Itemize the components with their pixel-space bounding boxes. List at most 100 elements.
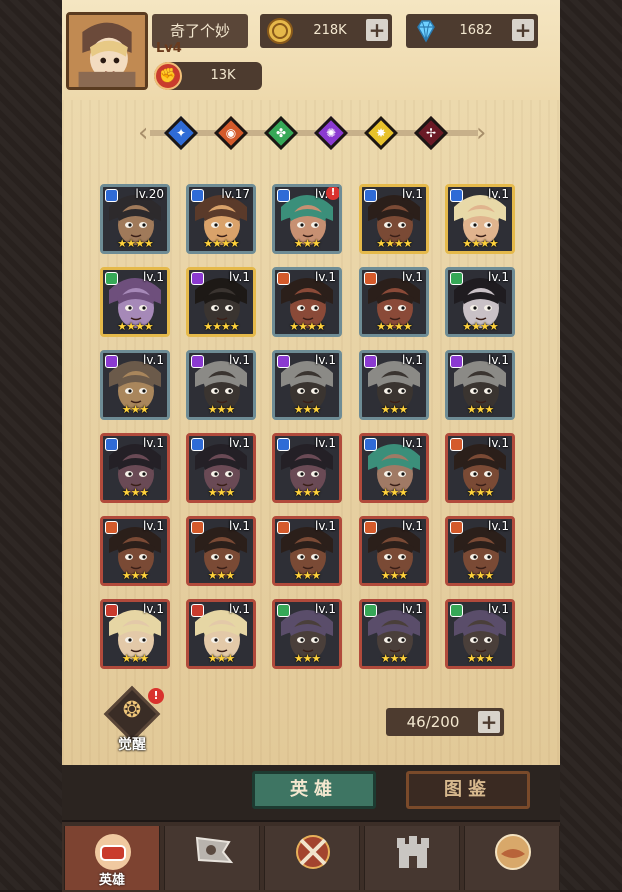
hero-card[interactable]: lv.1 ★★★ xyxy=(272,516,342,586)
hero-stars-icon: ★★★ xyxy=(207,486,236,499)
hero-card[interactable]: lv.17 ★★★★ xyxy=(186,184,256,254)
hero-card[interactable]: lv.1 ★★★ xyxy=(445,350,515,420)
hero-card[interactable]: lv.1 ★★★★ xyxy=(100,267,170,337)
coin-icon xyxy=(267,18,293,44)
hero-class-icon xyxy=(105,355,118,368)
hero-card[interactable]: lv.1 ★★★ xyxy=(100,599,170,669)
hero-level: lv.1 xyxy=(143,519,164,533)
hero-card[interactable]: lv.1 ★★★ xyxy=(186,599,256,669)
gold-value: 218K xyxy=(313,23,347,38)
hero-card[interactable]: lv.1 ★★★ xyxy=(272,599,342,669)
hero-card[interactable]: lv.1 ★★★★ xyxy=(272,267,342,337)
hero-stars-icon: ★★★ xyxy=(380,403,409,416)
hero-card[interactable]: lv.1 ★★★ xyxy=(359,599,429,669)
hero-card[interactable]: lv.1 ★★★ xyxy=(100,350,170,420)
nav-battle[interactable] xyxy=(264,826,360,890)
filter-yellow[interactable]: ✸ xyxy=(364,116,398,150)
hero-level: lv.1 xyxy=(315,270,336,284)
fist-icon: ✊ xyxy=(154,62,182,90)
diamond-counter: 1682 + xyxy=(406,14,538,48)
hero-stars-icon: ★★★ xyxy=(466,569,495,582)
tab-heroes[interactable]: 英雄 xyxy=(252,771,376,809)
hero-level: lv.1 xyxy=(488,602,509,616)
hero-card[interactable]: lv.1 ★★★★ xyxy=(445,184,515,254)
awaken-alert-badge: ! xyxy=(148,688,164,704)
nav-guild[interactable] xyxy=(464,826,560,890)
hero-class-icon xyxy=(450,355,463,368)
hero-card[interactable]: lv.1 ★★★★ xyxy=(186,267,256,337)
hero-stars-icon: ★★★ xyxy=(121,403,150,416)
hero-level: lv.1 xyxy=(488,436,509,450)
hero-card[interactable]: lv.1 ★★★ xyxy=(359,433,429,503)
filter-crimson-icon: ✢ xyxy=(425,126,437,140)
hero-stars-icon: ★★★ xyxy=(293,486,322,499)
filter-green[interactable]: ✤ xyxy=(264,116,298,150)
avatar-portrait-icon xyxy=(69,15,145,87)
tab-strip: 英雄 图鉴 xyxy=(62,765,560,820)
hero-card[interactable]: lv.1 ★★★ xyxy=(272,433,342,503)
hero-stars-icon: ★★★★ xyxy=(376,320,412,333)
hero-stars-icon: ★★★ xyxy=(466,486,495,499)
filter-orange-icon: ◉ xyxy=(225,126,237,140)
hero-stars-icon: ★★★ xyxy=(207,403,236,416)
hero-card[interactable]: lv.1 ★★★ xyxy=(186,433,256,503)
nav-heroes-label: 英雄 xyxy=(98,873,125,888)
nav-castle[interactable] xyxy=(364,826,460,890)
hero-card[interactable]: lv.1 ★★★ xyxy=(445,433,515,503)
hero-class-icon xyxy=(105,604,118,617)
hero-level: lv.17 xyxy=(221,187,250,201)
hero-stars-icon: ★★★★ xyxy=(117,320,153,333)
hero-card[interactable]: lv.1 ★★★ xyxy=(186,516,256,586)
diamond-value: 1682 xyxy=(459,23,493,38)
hero-class-icon xyxy=(191,355,204,368)
awaken-button[interactable]: ❂ 觉醒 ! xyxy=(100,685,166,753)
hero-class-icon xyxy=(277,604,290,617)
hero-card[interactable]: lv.1 ★★★ xyxy=(445,516,515,586)
hero-card[interactable]: lv.1 ★★★ xyxy=(100,516,170,586)
nav-heroes[interactable]: 英雄 xyxy=(64,826,160,890)
filter-yellow-icon: ✸ xyxy=(375,126,387,140)
filter-orange[interactable]: ◉ xyxy=(214,116,248,150)
player-avatar[interactable] xyxy=(66,12,148,90)
expand-capacity-button[interactable]: + xyxy=(478,711,500,733)
nav-adventure[interactable] xyxy=(164,826,260,890)
hero-card[interactable]: lv.1 ★★★ xyxy=(445,599,515,669)
hero-card[interactable]: lv.1 ★★★★ xyxy=(359,184,429,254)
hero-level: lv.1 xyxy=(229,353,250,367)
hero-level: lv.1 xyxy=(488,187,509,201)
top-bar: 奇了个妙 Lv4 218K + 1682 + ✊ 13K xyxy=(62,0,560,100)
hero-card[interactable]: lv.1 ★★★★ xyxy=(359,267,429,337)
hero-level: lv.1 xyxy=(315,519,336,533)
filter-left-arrow-icon: ‹ xyxy=(138,118,149,148)
hero-card[interactable]: lv.2★★★! xyxy=(272,184,342,254)
hero-level: lv.1 xyxy=(402,436,423,450)
filter-blue[interactable]: ✦ xyxy=(164,116,198,150)
hero-card[interactable]: lv.1 ★★★ xyxy=(186,350,256,420)
hero-card[interactable]: lv.20 ★★★★ xyxy=(100,184,170,254)
hero-stars-icon: ★★★ xyxy=(466,652,495,665)
add-gold-button[interactable]: + xyxy=(366,19,388,41)
hero-card[interactable]: lv.1 ★★★ xyxy=(359,516,429,586)
hero-card[interactable]: lv.1 ★★★ xyxy=(100,433,170,503)
hero-level: lv.1 xyxy=(488,270,509,284)
hero-level: lv.1 xyxy=(402,353,423,367)
banner-icon xyxy=(195,836,234,864)
hero-class-icon xyxy=(105,189,118,202)
filter-green-icon: ✤ xyxy=(275,126,287,140)
hero-class-icon xyxy=(450,604,463,617)
hero-level: lv.1 xyxy=(402,602,423,616)
hero-level: lv.1 xyxy=(402,187,423,201)
filter-crimson[interactable]: ✢ xyxy=(414,116,448,150)
filter-purple[interactable]: ✺ xyxy=(314,116,348,150)
capacity-value: 46/200 xyxy=(406,713,460,731)
hero-class-icon xyxy=(191,272,204,285)
hero-card[interactable]: lv.1 ★★★ xyxy=(272,350,342,420)
hero-class-icon xyxy=(364,189,377,202)
tab-codex[interactable]: 图鉴 xyxy=(406,771,530,809)
hero-card[interactable]: lv.1 ★★★ xyxy=(359,350,429,420)
hero-class-icon xyxy=(277,189,290,202)
hero-card[interactable]: lv.1 ★★★★ xyxy=(445,267,515,337)
filter-blue-icon: ✦ xyxy=(175,126,187,140)
add-diamond-button[interactable]: + xyxy=(512,19,534,41)
hero-level: lv.1 xyxy=(143,353,164,367)
